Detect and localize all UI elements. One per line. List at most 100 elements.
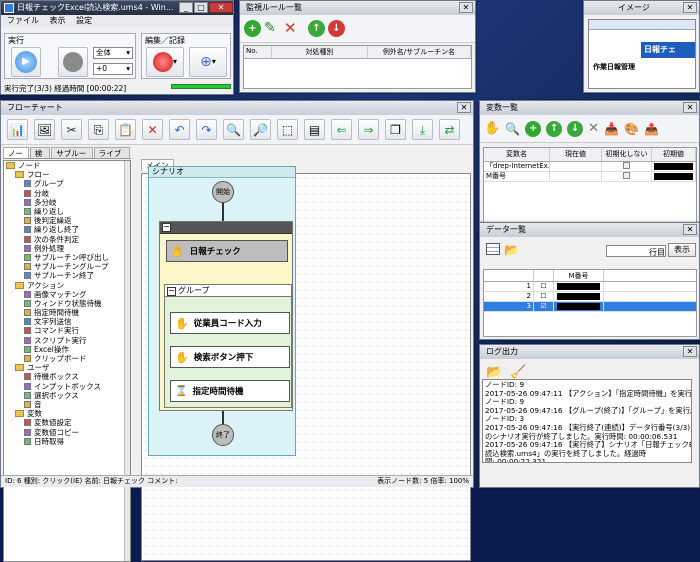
fit-icon[interactable]: ⬚ (277, 119, 298, 140)
table-row-selected[interactable]: 3 ☑ (484, 302, 696, 312)
menu-settings[interactable]: 設定 (76, 16, 92, 25)
maximize-button[interactable]: □ (194, 2, 208, 13)
tree-item[interactable]: 指定時間待機 (4, 308, 130, 317)
zoom-in-icon[interactable]: 🔍 (223, 119, 244, 140)
row-checkbox[interactable]: ☐ (534, 282, 554, 291)
node-daily-check[interactable]: ✋ 日報チェック (166, 240, 288, 262)
arrow-down-icon[interactable]: ↓ (328, 20, 345, 37)
tree-item[interactable]: 変数値コピー (4, 427, 130, 437)
swap-icon[interactable]: ⇄ (439, 119, 460, 140)
show-button[interactable]: 表示 (668, 243, 696, 257)
tree-item[interactable]: 待機ボックス (4, 372, 130, 381)
tree-item[interactable]: 繰り返し終了 (4, 225, 130, 234)
collapse-icon[interactable]: − (167, 287, 176, 296)
flowchart-title-bar[interactable]: フローチャート ✕ (1, 101, 473, 115)
stop-button[interactable] (58, 47, 88, 77)
tab-library[interactable]: ライブラリ (93, 147, 130, 169)
tree-item[interactable]: サブルーチン終了 (4, 271, 130, 280)
menu-view[interactable]: 表示 (50, 16, 66, 25)
tree-folder[interactable]: アクション (4, 280, 130, 290)
log-title-bar[interactable]: ログ出力 ✕ (480, 345, 699, 359)
export-icon[interactable]: 📤 (644, 122, 659, 136)
no-init-checkbox[interactable] (602, 172, 652, 181)
tree-folder[interactable]: フロー (4, 170, 130, 179)
layout-icon[interactable]: ▤ (304, 119, 325, 140)
tree-item[interactable]: サブルーチングループ (4, 262, 130, 271)
row-checkbox[interactable]: ☑ (534, 302, 554, 311)
speed-select[interactable]: +0 ▾ (93, 63, 133, 75)
tree-item[interactable]: スクリプト実行 (4, 336, 130, 345)
target-button[interactable]: ⊕ ▾ (189, 47, 227, 77)
node-employee-code[interactable]: ✋ 従業員コード入力 (170, 312, 290, 334)
collapse-icon[interactable]: − (162, 223, 171, 232)
tree-item[interactable]: コマンド実行 (4, 326, 130, 335)
close-button[interactable]: ✕ (683, 346, 697, 357)
tree-item[interactable]: 画像マッチング (4, 290, 130, 299)
tree-item[interactable]: 次の条件判定 (4, 235, 130, 244)
redo-icon[interactable]: ↷ (196, 119, 217, 140)
tree-item[interactable]: サブルーチン呼び出し (4, 253, 130, 262)
tree-folder[interactable]: ノード (4, 161, 130, 170)
monitor-title-bar[interactable]: 監視ルール一覧 ✕ (240, 1, 475, 15)
close-button[interactable]: ✕ (683, 224, 697, 235)
close-button[interactable]: ✕ (457, 102, 471, 113)
tree-folder[interactable]: ユーザ (4, 363, 130, 372)
table-row[interactable]: 「drep-InternetEx... (484, 162, 696, 172)
tab-subroutine[interactable]: サブルーチン (51, 147, 93, 169)
add-icon[interactable]: + (244, 20, 261, 37)
tree-item[interactable]: クリップボード (4, 354, 130, 363)
search-icon[interactable]: 🔍 (505, 122, 520, 136)
table-row[interactable]: 1 ☐ (484, 282, 696, 292)
delete-icon[interactable]: ✕ (588, 121, 599, 136)
arrow-up-icon[interactable]: ↑ (308, 20, 325, 37)
image-icon[interactable]: 🖼 (34, 119, 55, 140)
tab-node[interactable]: ノード (3, 147, 29, 169)
tab-search[interactable]: 検索 (29, 147, 51, 169)
tree-item[interactable]: 分岐 (4, 189, 130, 198)
table-row[interactable]: 2 ☐ (484, 292, 696, 302)
delete-icon[interactable]: ✕ (142, 119, 163, 140)
node-wait[interactable]: ⌛ 指定時間待機 (170, 380, 290, 402)
tree-item[interactable]: 繰り返し (4, 207, 130, 216)
variables-title-bar[interactable]: 変数一覧 ✕ (480, 101, 699, 115)
tree-item[interactable]: 後判定繰返 (4, 216, 130, 225)
tree-item[interactable]: 変数値設定 (4, 418, 130, 427)
add-icon[interactable]: + (525, 120, 542, 137)
close-button[interactable]: ✕ (683, 2, 697, 13)
arrow-up-icon[interactable]: ↑ (546, 120, 563, 137)
tree-item[interactable]: Excel操作 (4, 345, 130, 354)
tree-item[interactable]: 例外処理 (4, 244, 130, 253)
menu-file[interactable]: ファイル (7, 16, 39, 25)
node-search-button[interactable]: ✋ 検索ボタン押下 (170, 346, 290, 368)
chart-icon[interactable]: 📊 (7, 119, 28, 140)
table-row[interactable]: M番号 (484, 172, 696, 182)
window-icon[interactable]: ❐ (385, 119, 406, 140)
tree-item[interactable]: ウィンドウ状態待機 (4, 299, 130, 308)
record-button[interactable]: ▾ (146, 47, 184, 77)
clear-log-icon[interactable]: 🧹 (510, 365, 526, 380)
open-log-icon[interactable]: 📂 (486, 365, 502, 380)
hand-icon[interactable]: ✋ (484, 121, 500, 136)
minimize-button[interactable]: _ (179, 2, 193, 13)
end-node[interactable]: 終了 (212, 424, 234, 446)
group-outer[interactable]: − ✋ 日報チェック − グループ ✋ 従業員コード入力 ✋ 検索ボタン押下 ⌛ 指定時間… (159, 221, 293, 411)
arrow-left-icon[interactable]: ⇐ (331, 119, 352, 140)
main-title-bar[interactable]: 日報チェックExcel読込検索.ums4 - Win... _ □ ✕ (1, 1, 233, 15)
run-button[interactable]: ▶ (11, 47, 41, 77)
import-icon[interactable]: 📥 (604, 122, 619, 136)
tree-item[interactable]: 選択ボックス (4, 391, 130, 400)
tree-folder[interactable]: 変数 (4, 409, 130, 418)
copy-icon[interactable]: ⎘ (88, 119, 109, 140)
flow-canvas[interactable]: シナリオ 開始 − ✋ 日報チェック − グループ ✋ 従業員コード入力 ✋ 検索ボタン… (141, 166, 471, 561)
folder-open-icon[interactable]: 📂 (504, 243, 519, 257)
paste-icon[interactable]: 📋 (115, 119, 136, 140)
edit-pencil-icon[interactable]: ✎ (264, 20, 281, 37)
tree-item[interactable]: グループ (4, 179, 130, 188)
tree-scrollbar[interactable] (124, 161, 130, 561)
scope-select[interactable]: 全体 ▾ (93, 47, 133, 59)
palette-icon[interactable]: 🎨 (624, 122, 639, 136)
zoom-out-icon[interactable]: 🔎 (250, 119, 271, 140)
tree-item[interactable]: 文字列送信 (4, 317, 130, 326)
data-title-bar[interactable]: データ一覧 ✕ (480, 223, 699, 237)
tree-item[interactable]: 多分岐 (4, 198, 130, 207)
